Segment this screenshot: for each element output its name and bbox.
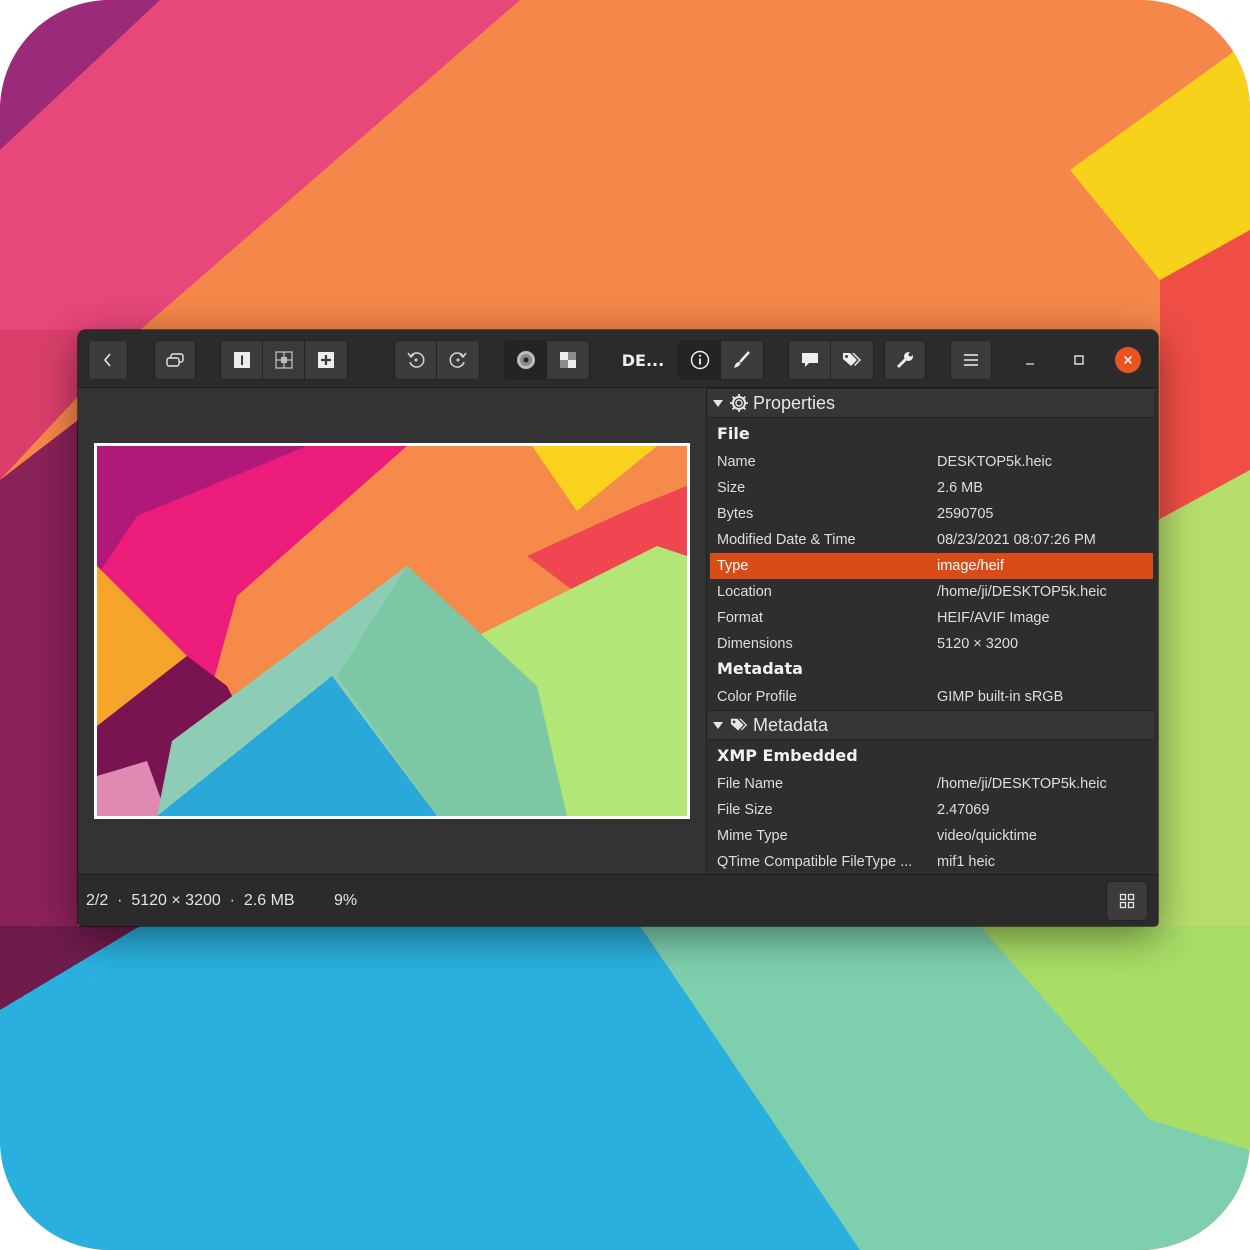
tags-icon [843, 353, 861, 366]
minimize-button[interactable] [1017, 347, 1043, 373]
xmp-group-title: XMP Embedded [717, 746, 858, 765]
tags-button[interactable] [830, 340, 874, 380]
property-value: 2.6 MB [937, 480, 983, 496]
chevron-left-icon [103, 353, 111, 367]
grid-view-icon [274, 351, 293, 369]
property-key: Modified Date & Time [717, 532, 856, 548]
grid-view-button[interactable] [262, 340, 305, 380]
tags-icon [729, 716, 749, 734]
add-image-button[interactable] [304, 340, 348, 380]
rotate-right-button[interactable] [436, 340, 480, 380]
single-view-button[interactable] [220, 340, 263, 380]
checkerboard-background-button[interactable] [546, 340, 590, 380]
property-row[interactable]: Bytes 2590705 [710, 501, 1153, 527]
rotate-left-button[interactable] [394, 340, 437, 380]
checkerboard-icon [560, 352, 576, 368]
main-menu-button[interactable] [950, 340, 992, 380]
properties-sidebar: Properties File Name DESKTOP5k.heic Size… [706, 388, 1158, 874]
metadata-key: File Size [717, 802, 773, 818]
property-value: /home/ji/DESKTOP5k.heic [937, 584, 1107, 600]
property-row[interactable]: Dimensions 5120 × 3200 [710, 631, 1153, 657]
metadata-key: Mime Type [717, 828, 788, 844]
rotate-left-icon [406, 352, 424, 368]
plus-box-icon [318, 352, 334, 368]
maximize-icon [1074, 355, 1084, 365]
metadata-key: File Name [717, 776, 784, 792]
image-viewer-window: DE... Properties File Name DESKTOP5k.hei… [78, 330, 1158, 926]
collapse-triangle-icon [713, 721, 723, 729]
wrench-icon [896, 352, 913, 369]
close-icon [1123, 355, 1133, 365]
property-key: Format [717, 610, 763, 626]
window-title: DE... [621, 350, 665, 370]
property-key: Dimensions [717, 636, 793, 652]
metadata-section-header[interactable]: Metadata [707, 710, 1154, 740]
restore-windows-icon [166, 353, 184, 367]
property-value: DESKTOP5k.heic [937, 454, 1052, 470]
restore-windows-button[interactable] [154, 340, 196, 380]
info-icon [690, 350, 709, 370]
back-button[interactable] [88, 340, 128, 380]
metadata-group-title: Metadata [717, 659, 803, 678]
property-row[interactable]: Color Profile GIMP built-in sRGB [710, 684, 1153, 710]
collapse-triangle-icon [713, 399, 723, 407]
minimize-icon [1026, 363, 1034, 365]
zoom-level[interactable]: 9% [334, 875, 357, 926]
properties-section-title: Properties [753, 392, 836, 413]
property-key: Location [717, 584, 772, 600]
status-bar: 2/2 · 5120 × 3200 · 2.6 MB 9% [78, 874, 1158, 926]
property-key: Size [717, 480, 746, 496]
property-key: Color Profile [717, 689, 797, 705]
rotate-right-icon [449, 352, 467, 368]
image-viewport[interactable] [78, 388, 706, 874]
dark-background-button[interactable] [504, 340, 547, 380]
gallery-button[interactable] [1106, 881, 1148, 921]
metadata-value: mif1 heic [937, 854, 996, 870]
property-key: Type [717, 558, 749, 574]
header-bar: DE... [78, 330, 1158, 388]
brush-icon [734, 351, 750, 368]
property-value: image/heif [937, 558, 1004, 574]
close-button[interactable] [1115, 347, 1141, 373]
image-preview [94, 443, 690, 819]
single-view-icon [233, 352, 250, 368]
gear-icon [729, 393, 749, 413]
metadata-section-title: Metadata [753, 714, 829, 735]
property-value: 5120 × 3200 [937, 636, 1019, 652]
property-row[interactable]: Format HEIF/AVIF Image [710, 605, 1153, 631]
hamburger-menu-icon [964, 354, 978, 366]
file-group-title: File [717, 424, 750, 443]
comment-button[interactable] [788, 340, 831, 380]
property-value: GIMP built-in sRGB [937, 689, 1064, 705]
property-key: Bytes [717, 506, 754, 522]
info-button[interactable] [678, 340, 721, 380]
property-row[interactable]: Location /home/ji/DESKTOP5k.heic [710, 579, 1153, 605]
property-row[interactable]: Modified Date & Time 08/23/2021 08:07:26… [710, 527, 1153, 553]
property-row-selected[interactable]: Type image/heif [710, 553, 1153, 579]
metadata-value: video/quicktime [937, 828, 1037, 844]
metadata-row[interactable]: Mime Type video/quicktime [710, 823, 1153, 849]
property-row[interactable]: Name DESKTOP5k.heic [710, 449, 1153, 475]
metadata-row[interactable]: QTime Compatible FileType ... mif1 heic [710, 849, 1153, 875]
disc-icon [516, 351, 535, 369]
metadata-row[interactable]: File Size 2.47069 [710, 797, 1153, 823]
speech-bubble-icon [801, 353, 818, 367]
property-value: HEIF/AVIF Image [937, 610, 1050, 626]
metadata-value: 2.47069 [937, 802, 990, 818]
property-key: Name [717, 454, 756, 470]
metadata-row[interactable]: File Name /home/ji/DESKTOP5k.heic [710, 771, 1153, 797]
property-value: 2590705 [937, 506, 994, 522]
edit-button[interactable] [720, 340, 764, 380]
metadata-value: /home/ji/DESKTOP5k.heic [937, 776, 1107, 792]
metadata-key: QTime Compatible FileType ... [717, 854, 913, 870]
image-info-text: 2/2 · 5120 × 3200 · 2.6 MB [86, 892, 295, 909]
maximize-button[interactable] [1066, 347, 1092, 373]
gallery-grid-icon [1119, 893, 1135, 909]
property-row[interactable]: Size 2.6 MB [710, 475, 1153, 501]
tools-button[interactable] [884, 340, 926, 380]
property-value: 08/23/2021 08:07:26 PM [937, 532, 1096, 548]
properties-section-header[interactable]: Properties [707, 388, 1154, 418]
